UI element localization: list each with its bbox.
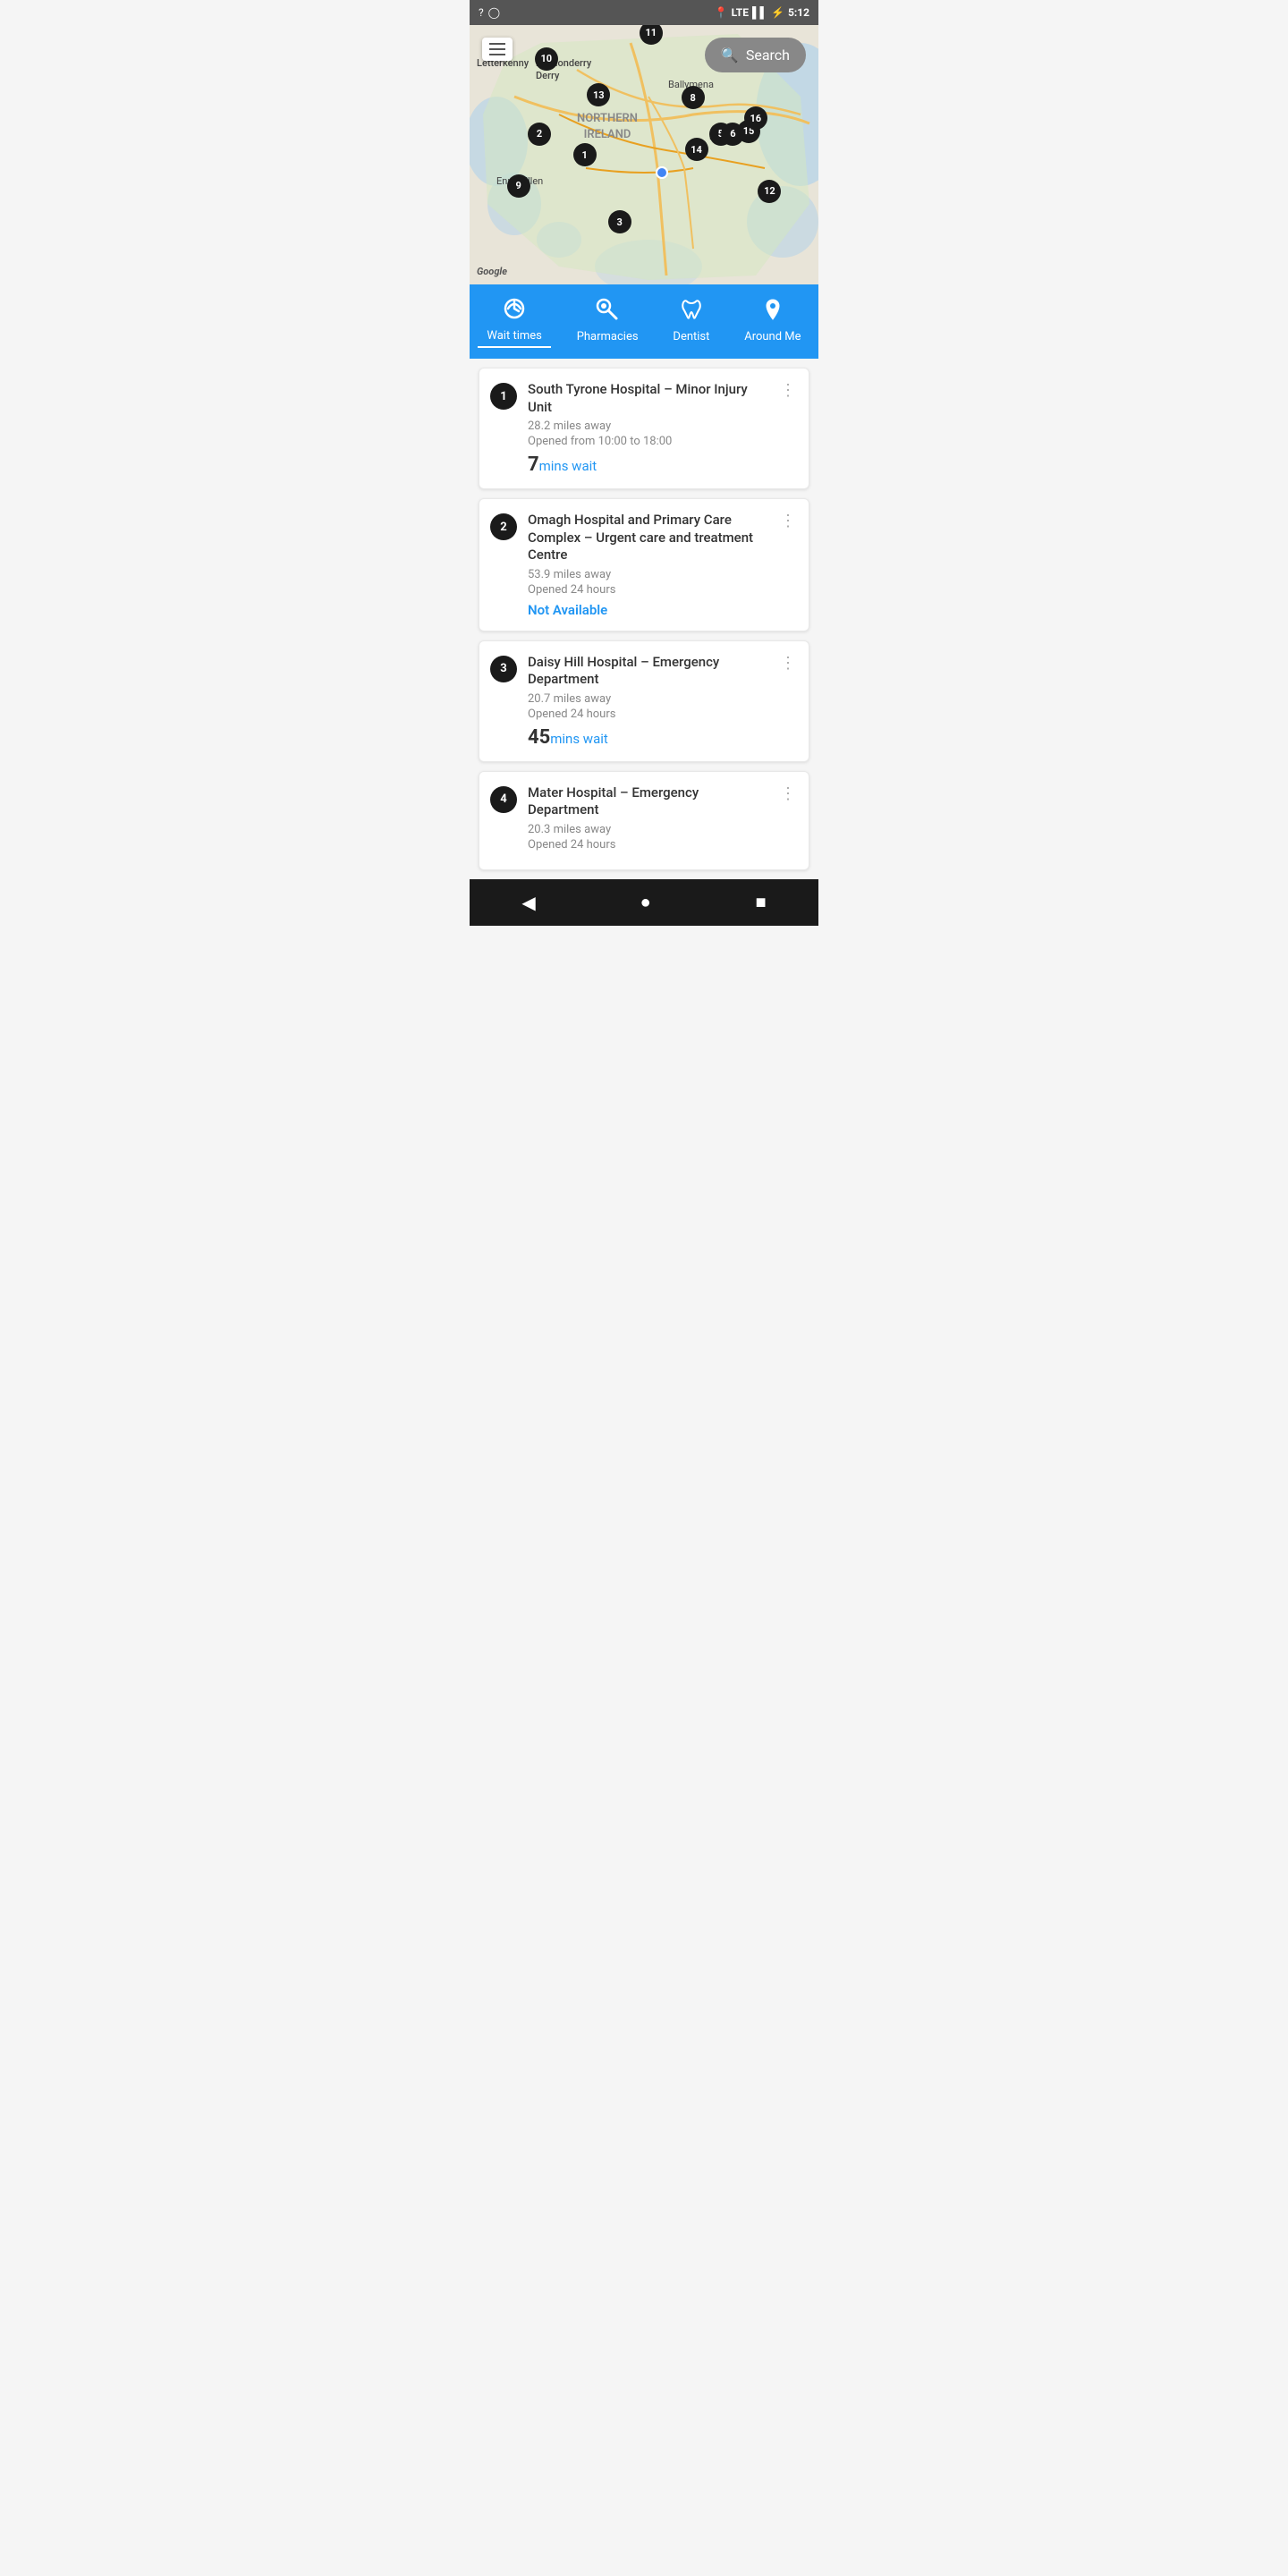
map-pin-1[interactable]: 1 <box>573 143 597 166</box>
back-button[interactable]: ◀ <box>504 885 553 920</box>
search-label: Search <box>746 47 790 64</box>
tab-bar: Wait times Pharmacies Dentist Around Me <box>470 284 818 359</box>
map-pin-12[interactable]: 12 <box>758 180 781 203</box>
hospital-info-1: South Tyrone Hospital – Minor Injury Uni… <box>528 381 767 476</box>
hospital-hours-3: Opened 24 hours <box>528 708 767 721</box>
tab-around-me-label: Around Me <box>744 330 801 343</box>
tab-pharmacies[interactable]: Pharmacies <box>568 294 648 347</box>
map-pin-2[interactable]: 2 <box>528 123 551 146</box>
map-pin-16[interactable]: 16 <box>744 106 767 130</box>
hospital-hours-2: Opened 24 hours <box>528 583 767 597</box>
search-icon: 🔍 <box>721 47 739 64</box>
wait-time-3: 45mins wait <box>528 726 767 749</box>
hospital-card-1[interactable]: 1 South Tyrone Hospital – Minor Injury U… <box>479 368 809 489</box>
status-bar: ? ◯ 📍 LTE ▌▌ ⚡ 5:12 <box>470 0 818 25</box>
tab-wait-times-label: Wait times <box>487 329 541 343</box>
hospital-name-1: South Tyrone Hospital – Minor Injury Uni… <box>528 381 767 416</box>
tab-dentist[interactable]: Dentist <box>664 294 718 347</box>
hospital-distance-1: 28.2 miles away <box>528 419 767 433</box>
hospital-name-2: Omagh Hospital and Primary Care Complex … <box>528 512 767 564</box>
hospital-distance-4: 20.3 miles away <box>528 823 767 836</box>
time: 5:12 <box>788 6 809 19</box>
hospital-hours-1: Opened from 10:00 to 18:00 <box>528 435 767 448</box>
wait-label-3: mins wait <box>550 731 608 747</box>
hospital-info-2: Omagh Hospital and Primary Care Complex … <box>528 512 767 618</box>
status-left: ? ◯ <box>479 6 500 19</box>
hamburger-line-1 <box>489 43 505 45</box>
location-icon: 📍 <box>715 6 728 19</box>
battery-icon: ⚡ <box>771 6 784 19</box>
bottom-nav: ◀ ● ■ <box>470 879 818 926</box>
map-pin-9[interactable]: 9 <box>507 174 530 198</box>
map-pin-8[interactable]: 8 <box>682 86 705 109</box>
wait-label-1: mins wait <box>539 458 597 474</box>
hospital-distance-3: 20.7 miles away <box>528 692 767 706</box>
around-me-icon <box>761 298 784 326</box>
map-pin-13[interactable]: 13 <box>587 83 610 106</box>
status-right: 📍 LTE ▌▌ ⚡ 5:12 <box>715 6 809 19</box>
menu-button[interactable] <box>482 38 513 61</box>
hospital-card-3[interactable]: 3 Daisy Hill Hospital – Emergency Depart… <box>479 640 809 762</box>
hospital-name-4: Mater Hospital – Emergency Department <box>528 784 767 819</box>
hospital-card-4[interactable]: 4 Mater Hospital – Emergency Department … <box>479 771 809 870</box>
hospital-info-3: Daisy Hill Hospital – Emergency Departme… <box>528 654 767 749</box>
hospital-info-4: Mater Hospital – Emergency Department 20… <box>528 784 767 857</box>
signal-bars: ▌▌ <box>752 6 767 19</box>
more-options-2[interactable]: ⋮ <box>778 512 798 530</box>
map-pin-10[interactable]: 10 <box>535 47 558 71</box>
tab-wait-times[interactable]: Wait times <box>478 293 550 348</box>
wait-times-icon <box>503 297 526 326</box>
wait-time-1: 7mins wait <box>528 453 767 476</box>
hospital-list: 1 South Tyrone Hospital – Minor Injury U… <box>470 359 818 870</box>
not-available-2: Not Available <box>528 602 767 618</box>
hospital-number-1: 1 <box>490 383 517 410</box>
tab-dentist-label: Dentist <box>673 330 709 343</box>
google-watermark: Google <box>477 266 507 277</box>
more-options-4[interactable]: ⋮ <box>778 784 798 803</box>
dentist-icon <box>680 298 703 326</box>
map-pin-3[interactable]: 3 <box>608 210 631 233</box>
tab-around-me[interactable]: Around Me <box>735 294 809 347</box>
search-button[interactable]: 🔍 Search <box>705 38 806 72</box>
hamburger-line-2 <box>489 48 505 50</box>
northern-ireland-label: NORTHERNIRELAND <box>577 111 638 143</box>
hospital-card-2[interactable]: 2 Omagh Hospital and Primary Care Comple… <box>479 498 809 631</box>
hospital-hours-4: Opened 24 hours <box>528 838 767 852</box>
sim-icon: ◯ <box>488 6 500 19</box>
home-button[interactable]: ● <box>623 884 669 920</box>
hamburger-line-3 <box>489 54 505 55</box>
wifi-icon: ? <box>479 6 484 19</box>
tab-pharmacies-label: Pharmacies <box>577 330 639 343</box>
hospital-number-3: 3 <box>490 656 517 682</box>
wait-number-3: 45 <box>528 726 550 749</box>
wait-number-1: 7 <box>528 453 539 476</box>
hospital-number-4: 4 <box>490 786 517 813</box>
map-area[interactable]: Letterkenny LondonderryDerry NORTHERNIRE… <box>470 25 818 284</box>
current-location-dot <box>656 166 668 179</box>
hospital-distance-2: 53.9 miles away <box>528 568 767 581</box>
more-options-1[interactable]: ⋮ <box>778 381 798 400</box>
recents-button[interactable]: ■ <box>737 884 784 920</box>
hospital-name-3: Daisy Hill Hospital – Emergency Departme… <box>528 654 767 689</box>
more-options-3[interactable]: ⋮ <box>778 654 798 673</box>
hospital-number-2: 2 <box>490 513 517 540</box>
pharmacies-icon <box>596 298 619 326</box>
map-pin-14[interactable]: 14 <box>685 138 708 161</box>
lte-badge: LTE <box>732 6 749 19</box>
